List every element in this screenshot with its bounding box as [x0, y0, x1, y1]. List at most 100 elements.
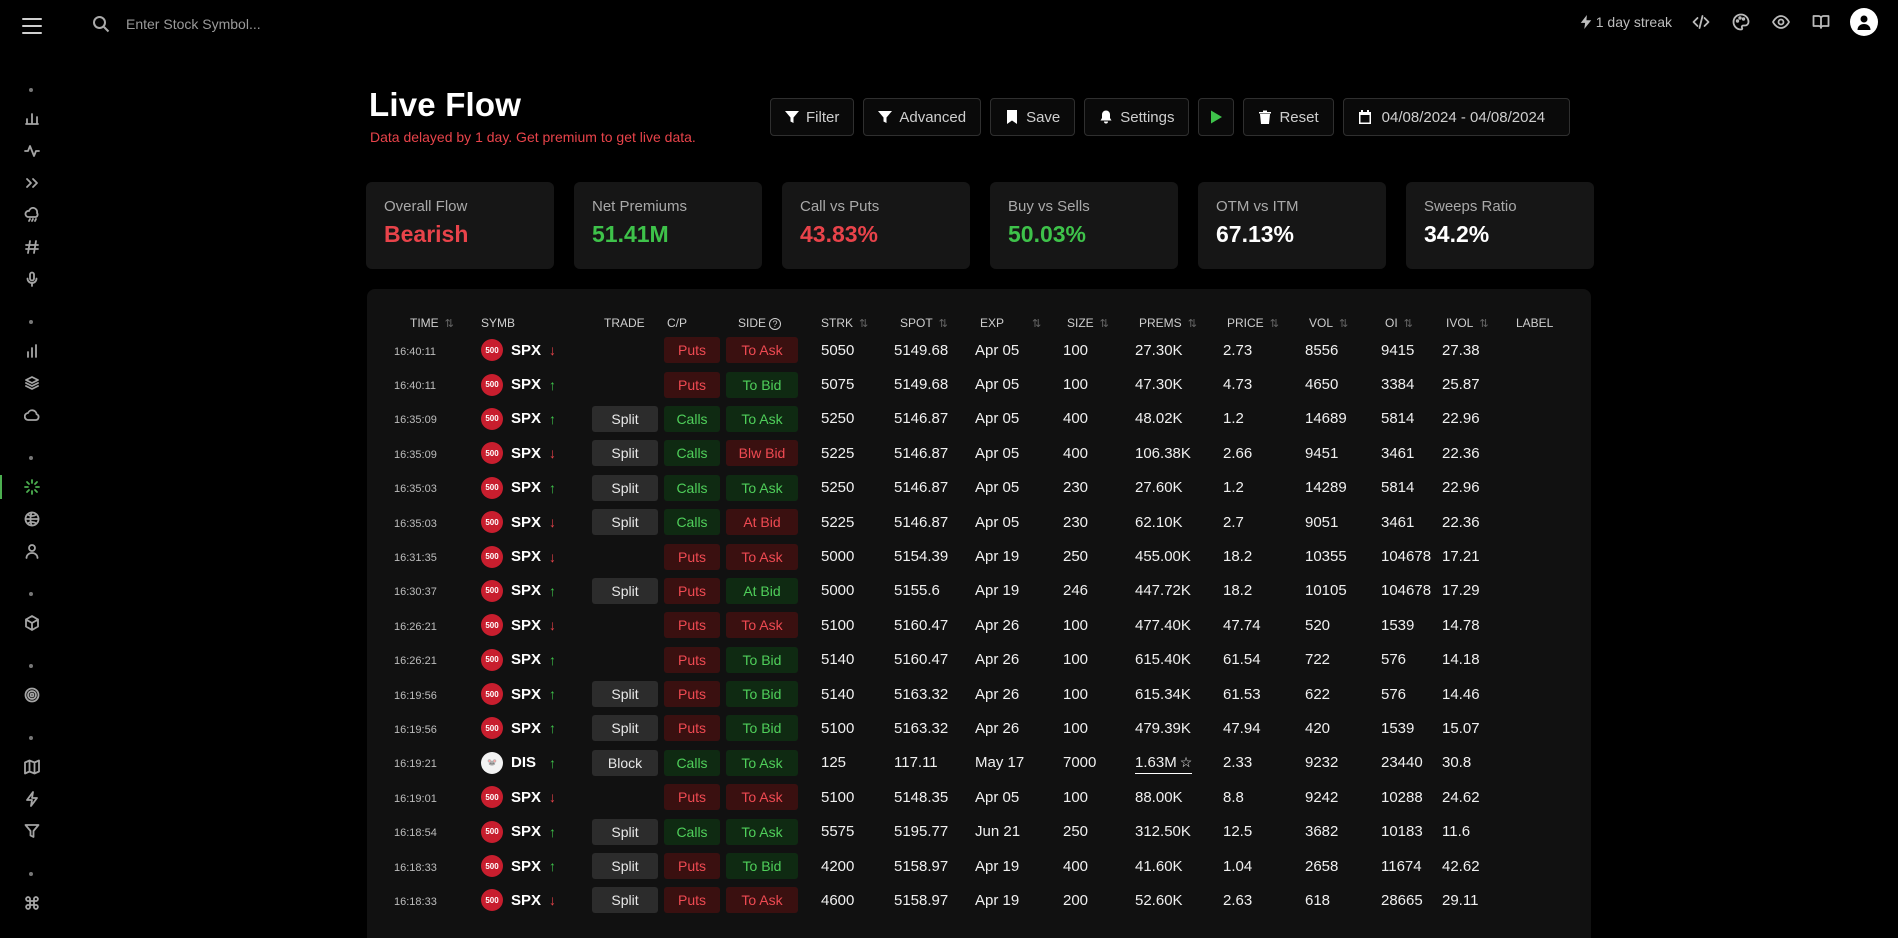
cloud-icon[interactable]	[21, 404, 43, 426]
user-avatar[interactable]	[1850, 8, 1878, 36]
cell-symbol[interactable]: 500 SPX ↑	[481, 849, 592, 883]
table-row[interactable]: 16:35:03 500 SPX ↓ Split Calls At Bid 5225…	[394, 505, 1565, 539]
col-symb[interactable]: SYMB	[481, 313, 592, 333]
sort-icon[interactable]: ⇅	[1339, 317, 1348, 330]
target-icon[interactable]	[21, 684, 43, 706]
map-icon[interactable]	[21, 756, 43, 778]
symbol-ticker[interactable]: SPX	[511, 858, 541, 875]
symbol-ticker[interactable]: DIS	[511, 754, 541, 771]
stock-search-input[interactable]	[126, 12, 386, 36]
sort-icon[interactable]: ⇅	[939, 317, 948, 330]
symbol-ticker[interactable]: SPX	[511, 514, 541, 531]
cell-symbol[interactable]: 🐭 DIS ↑	[481, 746, 592, 780]
save-button[interactable]: Save	[990, 98, 1076, 136]
info-icon[interactable]: ?	[769, 317, 782, 330]
col-spot[interactable]: SPOT ⇅	[890, 313, 968, 333]
symbol-ticker[interactable]: SPX	[511, 548, 541, 565]
chart-columns-icon[interactable]	[21, 340, 43, 362]
trade-type-button[interactable]: Split	[592, 853, 658, 880]
col-side[interactable]: SIDE?	[726, 313, 811, 333]
palette-icon[interactable]	[1730, 11, 1752, 33]
sort-icon[interactable]: ⇅	[445, 317, 454, 330]
command-icon[interactable]	[21, 892, 43, 914]
filter-button[interactable]: Filter	[770, 98, 855, 136]
table-row[interactable]: 16:19:56 500 SPX ↑ Split Puts To Bid 5140 …	[394, 677, 1565, 711]
sort-icon[interactable]: ⇅	[859, 317, 868, 330]
trade-type-button[interactable]: Split	[592, 405, 658, 432]
cell-symbol[interactable]: 500 SPX ↑	[481, 814, 592, 848]
cell-symbol[interactable]: 500 SPX ↑	[481, 677, 592, 711]
col-strk[interactable]: STRK ⇅	[811, 313, 890, 333]
table-row[interactable]: 16:18:54 500 SPX ↑ Split Calls To Ask 5575…	[394, 814, 1565, 848]
trade-type-button[interactable]: Split	[592, 681, 658, 708]
symbol-ticker[interactable]: SPX	[511, 823, 541, 840]
table-row[interactable]: 16:31:35 500 SPX ↓ Puts To Ask 5000 5154.3…	[394, 539, 1565, 573]
col-trade[interactable]: TRADE	[592, 313, 664, 333]
sort-icon[interactable]: ⇅	[1100, 317, 1109, 330]
activity-icon[interactable]	[21, 140, 43, 162]
trade-type-button[interactable]: Split	[592, 509, 658, 536]
loader-icon[interactable]	[21, 476, 43, 498]
table-row[interactable]: 16:35:09 500 SPX ↑ Split Calls To Ask 5250…	[394, 402, 1565, 436]
col-oi[interactable]: OI ⇅	[1374, 313, 1435, 333]
symbol-ticker[interactable]: SPX	[511, 720, 541, 737]
cell-symbol[interactable]: 500 SPX ↑	[481, 643, 592, 677]
symbol-ticker[interactable]: SPX	[511, 445, 541, 462]
trade-type-button[interactable]: Block	[592, 749, 658, 776]
symbol-ticker[interactable]: SPX	[511, 892, 541, 909]
trade-type-button[interactable]: Split	[592, 818, 658, 845]
symbol-ticker[interactable]: SPX	[511, 617, 541, 634]
col-ivol[interactable]: IVOL ⇅	[1435, 313, 1505, 333]
bar-chart-icon[interactable]	[21, 107, 43, 129]
col-label[interactable]: LABEL	[1505, 313, 1565, 333]
table-row[interactable]: 16:18:33 500 SPX ↓ Split Puts To Ask 4600 …	[394, 883, 1565, 917]
hashtag-icon[interactable]	[21, 236, 43, 258]
cell-symbol[interactable]: 500 SPX ↑	[481, 367, 592, 401]
col-prems[interactable]: PREMS ⇅	[1128, 313, 1216, 333]
trade-type-button[interactable]: Split	[592, 887, 658, 914]
star-icon[interactable]: ☆	[1180, 754, 1193, 770]
cell-symbol[interactable]: 500 SPX ↓	[481, 608, 592, 642]
sort-icon[interactable]: ⇅	[1032, 317, 1041, 330]
data-delay-notice[interactable]: Data delayed by 1 day. Get premium to ge…	[370, 129, 696, 145]
table-row[interactable]: 16:19:21 🐭 DIS ↑ Block Calls To Ask 125 11…	[394, 746, 1565, 780]
symbol-ticker[interactable]: SPX	[511, 410, 541, 427]
table-row[interactable]: 16:18:33 500 SPX ↑ Split Puts To Bid 4200 …	[394, 849, 1565, 883]
layers-icon[interactable]	[21, 372, 43, 394]
reset-button[interactable]: Reset	[1243, 98, 1334, 136]
eye-icon[interactable]	[1770, 11, 1792, 33]
trade-type-button[interactable]: Split	[592, 440, 658, 467]
table-row[interactable]: 16:19:01 500 SPX ↓ Puts To Ask 5100 5148.3…	[394, 780, 1565, 814]
cell-symbol[interactable]: 500 SPX ↓	[481, 505, 592, 539]
cell-symbol[interactable]: 500 SPX ↑	[481, 574, 592, 608]
col-time[interactable]: TIME ⇅	[394, 313, 481, 333]
code-icon[interactable]	[1690, 11, 1712, 33]
trade-type-button[interactable]: Split	[592, 715, 658, 742]
sort-icon[interactable]: ⇅	[1270, 317, 1279, 330]
table-row[interactable]: 16:35:03 500 SPX ↑ Split Calls To Ask 5250…	[394, 471, 1565, 505]
symbol-ticker[interactable]: SPX	[511, 342, 541, 359]
trade-type-button[interactable]: Split	[592, 474, 658, 501]
play-button[interactable]	[1198, 98, 1235, 136]
search-icon[interactable]	[92, 15, 110, 33]
cell-symbol[interactable]: 500 SPX ↓	[481, 883, 592, 917]
symbol-ticker[interactable]: SPX	[511, 582, 541, 599]
cell-symbol[interactable]: 500 SPX ↑	[481, 402, 592, 436]
premium-highlight[interactable]: 1.63M ☆	[1135, 754, 1193, 775]
cube-icon[interactable]	[21, 612, 43, 634]
cell-symbol[interactable]: 500 SPX ↑	[481, 471, 592, 505]
symbol-ticker[interactable]: SPX	[511, 376, 541, 393]
table-row[interactable]: 16:26:21 500 SPX ↓ Puts To Ask 5100 5160.4…	[394, 608, 1565, 642]
col-exp[interactable]: EXP ⇅	[968, 313, 1056, 333]
basketball-icon[interactable]	[21, 508, 43, 530]
table-row[interactable]: 16:35:09 500 SPX ↓ Split Calls Blw Bid 522…	[394, 436, 1565, 470]
col-cp[interactable]: C/P	[664, 313, 726, 333]
sort-icon[interactable]: ⇅	[1404, 317, 1413, 330]
trade-type-button[interactable]: Split	[592, 577, 658, 604]
date-range-picker[interactable]: 04/08/2024 - 04/08/2024	[1342, 98, 1571, 136]
user-icon[interactable]	[21, 540, 43, 562]
book-open-icon[interactable]	[1810, 11, 1832, 33]
col-size[interactable]: SIZE ⇅	[1056, 313, 1128, 333]
symbol-ticker[interactable]: SPX	[511, 651, 541, 668]
filter-icon[interactable]	[21, 820, 43, 842]
